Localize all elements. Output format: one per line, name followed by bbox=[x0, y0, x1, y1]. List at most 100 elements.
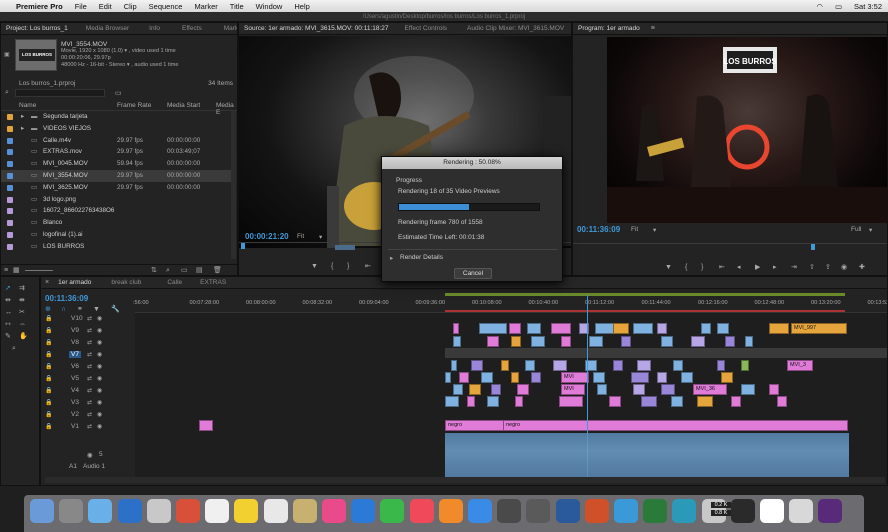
project-row[interactable]: ▭ 16072_866022763438O6 bbox=[1, 205, 233, 217]
col-media-start[interactable]: Media Start bbox=[167, 102, 200, 109]
timeline-clip[interactable] bbox=[731, 396, 741, 407]
timeline-clip[interactable] bbox=[517, 384, 529, 395]
reminders-icon[interactable] bbox=[234, 499, 259, 523]
ripple-edit-tool-icon[interactable]: ⇹ bbox=[5, 297, 11, 305]
finder-window-icon[interactable] bbox=[760, 499, 784, 523]
program-quality-chevron-icon[interactable]: ▾ bbox=[869, 226, 872, 234]
settings-icon[interactable] bbox=[497, 499, 522, 523]
trash-dock-icon[interactable] bbox=[818, 499, 843, 523]
program-scrubber[interactable] bbox=[573, 243, 887, 251]
timeline-scrollbar[interactable] bbox=[45, 477, 885, 483]
timeline-clip[interactable] bbox=[657, 372, 667, 383]
extract-icon[interactable]: ⇪ bbox=[825, 264, 831, 272]
timeline-clip[interactable]: negro bbox=[503, 420, 848, 431]
timeline-clip[interactable]: MVI bbox=[561, 384, 585, 395]
timeline-clip[interactable] bbox=[609, 396, 621, 407]
label-color-swatch[interactable] bbox=[7, 137, 13, 144]
list-view-icon[interactable]: ≡ bbox=[4, 267, 8, 275]
menu-sequence[interactable]: Sequence bbox=[143, 2, 189, 11]
timeline-clip[interactable] bbox=[661, 336, 673, 347]
slip-tool-icon[interactable]: ⇿ bbox=[5, 321, 11, 329]
timeline-clip[interactable] bbox=[717, 323, 729, 334]
timeline-clip[interactable] bbox=[501, 360, 509, 371]
col-frame-rate[interactable]: Frame Rate bbox=[117, 102, 151, 109]
label-color-swatch[interactable] bbox=[7, 243, 13, 250]
marker-icon[interactable]: ▼ bbox=[311, 263, 318, 271]
program-mark-in-icon[interactable]: { bbox=[685, 264, 687, 272]
program-play-icon[interactable]: ▶ bbox=[755, 264, 760, 272]
project-row[interactable]: ▭ LOS BURROS bbox=[1, 241, 233, 253]
timeline-clip[interactable] bbox=[745, 336, 753, 347]
label-color-swatch[interactable] bbox=[7, 208, 13, 215]
source-fit-select[interactable]: Fit bbox=[297, 233, 304, 240]
downloads-icon[interactable] bbox=[789, 499, 814, 523]
contacts-icon[interactable] bbox=[146, 499, 171, 523]
mail-icon[interactable] bbox=[117, 499, 142, 523]
timeline-clip[interactable] bbox=[551, 323, 571, 334]
premiere-icon[interactable] bbox=[730, 499, 755, 523]
goto-in-icon[interactable]: ⇤ bbox=[365, 263, 371, 271]
timeline-clip[interactable] bbox=[515, 396, 523, 407]
timeline-clip[interactable] bbox=[673, 360, 683, 371]
timeline-clip[interactable] bbox=[471, 360, 483, 371]
timeline-clip[interactable] bbox=[597, 384, 607, 395]
timeline-clip[interactable] bbox=[589, 336, 603, 347]
finder-icon[interactable] bbox=[30, 499, 54, 523]
tab-effects[interactable]: Effects bbox=[177, 23, 207, 35]
tab-program[interactable]: Program: 1er armado bbox=[573, 23, 645, 35]
pen-tool-icon[interactable]: ✎ bbox=[5, 333, 11, 341]
textedit-icon[interactable] bbox=[263, 499, 288, 523]
search-icon[interactable]: ⌕ bbox=[5, 89, 9, 97]
expand-chevron-icon[interactable]: ▸ bbox=[21, 111, 24, 123]
timeline-clip[interactable] bbox=[681, 372, 693, 383]
timeline-clip[interactable]: MVI_36 bbox=[693, 384, 727, 395]
timeline-clip[interactable] bbox=[671, 396, 683, 407]
timeline-clip[interactable] bbox=[531, 336, 545, 347]
render-details-toggle[interactable]: Render Details bbox=[400, 254, 443, 261]
render-details-chevron-icon[interactable]: ▸ bbox=[390, 254, 393, 262]
project-row[interactable]: ▭ Calle.m4v 29.97 fps 00:00:00:00 bbox=[1, 135, 233, 147]
project-row[interactable]: ▸ ▬ VIDEOS VIEJOS bbox=[1, 123, 233, 135]
powerpoint-icon[interactable] bbox=[555, 499, 580, 523]
rate-stretch-tool-icon[interactable]: ↔ bbox=[5, 309, 12, 317]
program-playhead[interactable] bbox=[811, 244, 815, 250]
timeline-clip[interactable] bbox=[491, 384, 501, 395]
excel-icon[interactable] bbox=[584, 499, 609, 523]
timeline-clip[interactable] bbox=[637, 360, 651, 371]
col-name[interactable]: Name bbox=[19, 102, 36, 109]
timeline-clip[interactable] bbox=[691, 336, 705, 347]
timeline-clip[interactable] bbox=[199, 420, 213, 431]
facetime-icon[interactable] bbox=[380, 499, 405, 523]
menu-app[interactable]: Premiere Pro bbox=[12, 2, 69, 11]
music-icon[interactable] bbox=[409, 499, 434, 523]
launchpad-icon[interactable] bbox=[59, 499, 84, 523]
program-fit-chevron-icon[interactable]: ▾ bbox=[653, 226, 656, 234]
program-marker-icon[interactable]: ▼ bbox=[665, 264, 672, 272]
menu-title[interactable]: Title bbox=[224, 2, 250, 11]
program-timecode[interactable]: 00:11:36:09 bbox=[577, 225, 620, 234]
word-icon[interactable] bbox=[526, 499, 551, 523]
menu-edit[interactable]: Edit bbox=[93, 2, 118, 11]
project-row[interactable]: ▸ ▬ Segunda tarjeta bbox=[1, 111, 233, 123]
project-row[interactable]: ▭ Blanco bbox=[1, 217, 233, 229]
itunes-icon[interactable] bbox=[322, 499, 346, 523]
program-mark-out-icon[interactable]: } bbox=[701, 264, 703, 272]
timeline-clip[interactable] bbox=[769, 323, 789, 334]
appstore-icon[interactable] bbox=[468, 499, 492, 523]
timeline-clip[interactable] bbox=[511, 336, 521, 347]
tab-media-browser[interactable]: Media Browser bbox=[81, 23, 134, 35]
cancel-button[interactable]: Cancel bbox=[454, 268, 492, 279]
lift-icon[interactable]: ⇧ bbox=[809, 264, 815, 272]
timeline-clip[interactable] bbox=[633, 384, 645, 395]
new-bin-icon[interactable]: ▭ bbox=[115, 89, 122, 97]
find-icon[interactable]: ⌕ bbox=[166, 267, 170, 275]
tab-source[interactable]: Source: 1er armado: MVI_3615.MOV: 00:11:… bbox=[239, 23, 394, 35]
project-row[interactable]: ▭ MVI_0045.MOV 59.94 fps 00:00:00:00 bbox=[1, 158, 233, 170]
label-color-swatch[interactable] bbox=[7, 220, 13, 227]
label-color-swatch[interactable] bbox=[7, 232, 13, 238]
project-row[interactable]: ▭ EXTRAS.mov 29.97 fps 00:03:49;07 bbox=[1, 146, 233, 158]
label-color-swatch[interactable] bbox=[7, 184, 13, 191]
sort-icon[interactable]: ⇅ bbox=[151, 267, 157, 275]
project-row[interactable]: ▭ MVI_3625.MOV 29.97 fps 00:00:00:00 bbox=[1, 182, 233, 194]
timeline-clip[interactable] bbox=[613, 323, 629, 334]
